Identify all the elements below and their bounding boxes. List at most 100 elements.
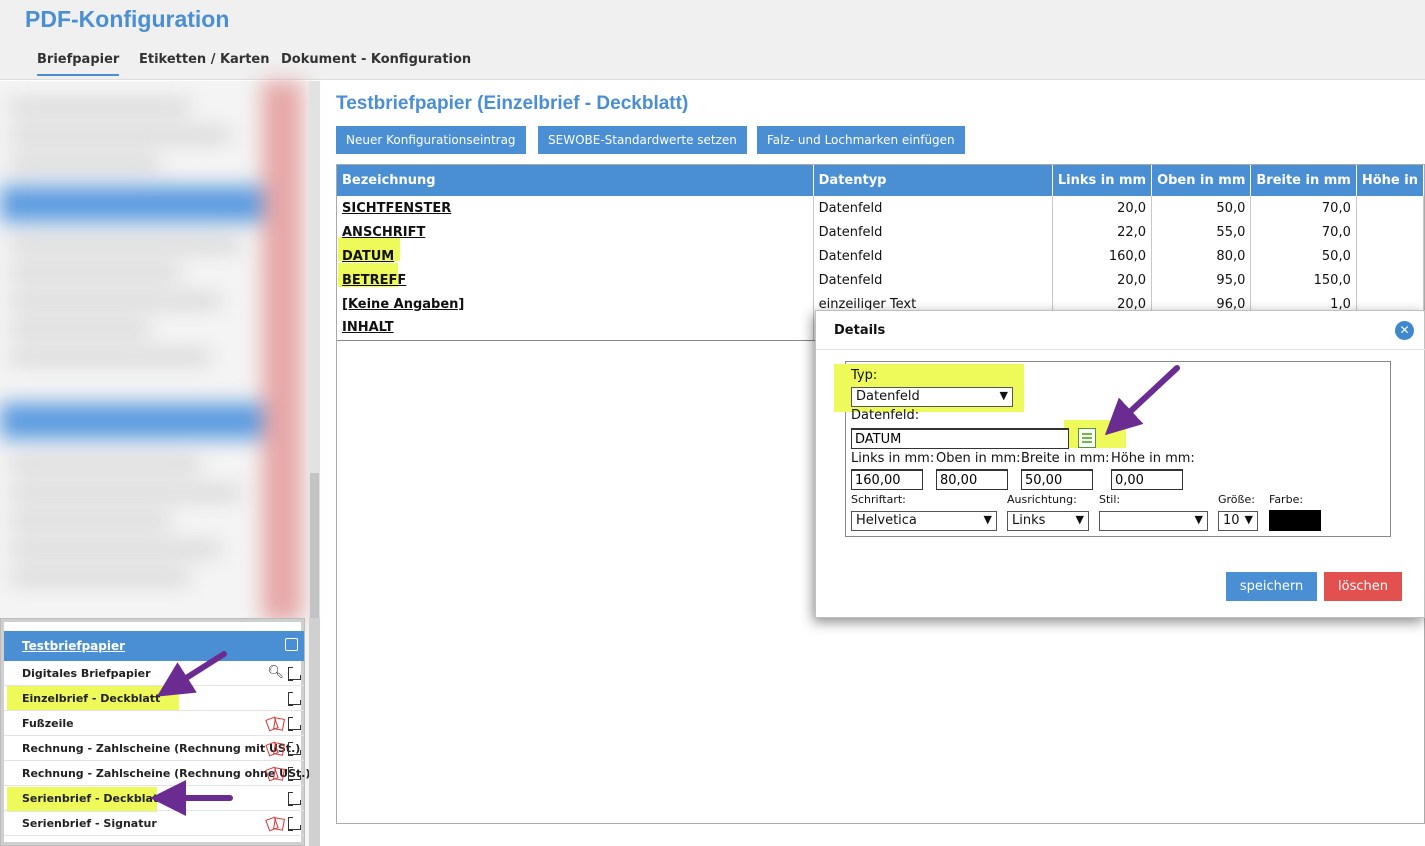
groesse-select[interactable]: 10 ▼ (1218, 511, 1258, 531)
table-row[interactable]: SICHTFENSTER Datenfeld 20,0 50,0 70,0 (337, 196, 1425, 220)
tree-item-label: Serienbrief - Deckblatt (22, 792, 164, 805)
field-picker-icon[interactable] (1078, 428, 1096, 448)
row-oben: 55,0 (1151, 220, 1252, 244)
ruler-icon[interactable] (286, 816, 301, 831)
groesse-value: 10 (1223, 513, 1240, 528)
new-config-entry-button[interactable]: Neuer Konfigurationseintrag (336, 126, 526, 154)
ruler-icon[interactable] (286, 766, 301, 781)
row-links: 22,0 (1052, 220, 1153, 244)
breite-input[interactable] (1021, 469, 1093, 490)
tree-item-serienbrief-deckblatt[interactable]: Serienbrief - Deckblatt (4, 786, 304, 811)
row-type: Datenfeld (813, 268, 1053, 292)
row-name-link[interactable]: INHALT (342, 320, 394, 335)
stil-label: Stil: (1099, 493, 1121, 506)
row-breite: 70,0 (1250, 196, 1357, 220)
tree-scrollbar[interactable] (309, 618, 320, 846)
row-links: 20,0 (1052, 196, 1153, 220)
tab-etiketten-karten[interactable]: Etiketten / Karten (139, 52, 270, 67)
tree-item-einzelbrief-deckblatt[interactable]: Einzelbrief - Deckblatt (4, 686, 304, 711)
ausrichtung-value: Links (1012, 513, 1046, 528)
insert-fold-marks-button[interactable]: Falz- und Lochmarken einfügen (757, 126, 965, 154)
chevron-down-icon: ▼ (983, 513, 992, 526)
app-header: PDF-Konfiguration Briefpapier Etiketten … (0, 0, 1425, 80)
app-title: PDF-Konfiguration (25, 6, 230, 32)
column-header[interactable]: Oben in mm (1151, 165, 1252, 196)
pdf-icon[interactable] (266, 816, 284, 830)
tab-dokument-konfiguration[interactable]: Dokument - Konfiguration (281, 52, 471, 67)
row-name-link[interactable]: SICHTFENSTER (342, 201, 451, 216)
row-name-link[interactable]: [Keine Angaben] (342, 297, 464, 312)
chevron-down-icon: ▼ (1244, 513, 1253, 526)
links-label: Links in mm: (851, 451, 935, 466)
row-name-link[interactable]: DATUM (342, 249, 394, 264)
row-oben: 50,0 (1151, 196, 1252, 220)
column-header[interactable]: Links in mm (1052, 165, 1153, 196)
tree-item-digitales-briefpapier[interactable]: Digitales Briefpapier 🔍︎ (4, 661, 304, 686)
row-type: Datenfeld (813, 220, 1053, 244)
column-header[interactable]: Datentyp (813, 165, 1053, 196)
details-dialog: Details ✕ Typ: Datenfeld ▼ Datenfeld: Li… (815, 310, 1425, 618)
column-header[interactable]: Höhe in (1356, 165, 1425, 196)
datenfeld-label: Datenfeld: (851, 408, 920, 423)
divider (816, 349, 1425, 350)
ausrichtung-label: Ausrichtung: (1007, 493, 1077, 506)
ruler-icon[interactable] (286, 741, 301, 756)
row-name-link[interactable]: ANSCHRIFT (342, 225, 425, 240)
search-icon[interactable]: 🔍︎ (267, 666, 284, 680)
groesse-label: Größe: (1218, 493, 1255, 506)
tree-item-label: Digitales Briefpapier (22, 667, 151, 680)
ruler-icon[interactable] (286, 691, 301, 706)
tree-header-link[interactable]: Testbriefpapier (22, 639, 125, 653)
row-hoehe (1356, 244, 1425, 268)
row-name-link[interactable]: BETREFF (342, 273, 406, 288)
details-fieldset: Typ: Datenfeld ▼ Datenfeld: Links in mm:… (834, 361, 1391, 537)
tree-item-label: Einzelbrief - Deckblatt (22, 692, 161, 705)
schriftart-select[interactable]: Helvetica ▼ (851, 511, 997, 531)
links-input[interactable] (851, 469, 923, 490)
hoehe-input[interactable] (1111, 469, 1183, 490)
oben-label: Oben in mm: (936, 451, 1021, 466)
farbe-label: Farbe: (1269, 493, 1304, 506)
row-oben: 80,0 (1151, 244, 1252, 268)
chevron-down-icon: ▼ (999, 389, 1008, 402)
close-icon[interactable]: ✕ (1395, 321, 1414, 340)
row-hoehe (1356, 196, 1425, 220)
row-type: Datenfeld (813, 196, 1053, 220)
ausrichtung-select[interactable]: Links ▼ (1007, 511, 1089, 531)
oben-input[interactable] (936, 469, 1008, 490)
pdf-icon[interactable] (266, 716, 284, 730)
tree-item-rechnung-mit-ust[interactable]: Rechnung - Zahlscheine (Rechnung mit USt… (4, 736, 304, 761)
tree-item-fusszeile[interactable]: Fußzeile (4, 711, 304, 736)
table-header-row: Bezeichnung Datentyp Links in mm Oben in… (337, 165, 1425, 196)
set-defaults-button[interactable]: SEWOBE-Standardwerte setzen (538, 126, 747, 154)
table-row[interactable]: ANSCHRIFT Datenfeld 22,0 55,0 70,0 (337, 220, 1425, 244)
table-row[interactable]: DATUM Datenfeld 160,0 80,0 50,0 (337, 244, 1425, 268)
column-header[interactable]: Breite in mm (1250, 165, 1357, 196)
delete-button[interactable]: löschen (1324, 572, 1402, 601)
tree-item-label: Rechnung - Zahlscheine (Rechnung mit USt… (22, 742, 301, 755)
datenfeld-input[interactable] (851, 428, 1069, 449)
tree-item-rechnung-ohne-ust[interactable]: Rechnung - Zahlscheine (Rechnung ohne US… (4, 761, 310, 786)
tab-briefpapier[interactable]: Briefpapier (37, 52, 120, 76)
stil-select[interactable]: ▼ (1099, 511, 1208, 531)
color-swatch[interactable] (1269, 510, 1321, 531)
ruler-icon[interactable] (286, 666, 301, 681)
typ-label: Typ: (851, 368, 878, 383)
pdf-icon[interactable] (266, 741, 284, 755)
row-links: 160,0 (1052, 244, 1153, 268)
row-oben: 95,0 (1151, 268, 1252, 292)
table-row[interactable]: BETREFF Datenfeld 20,0 95,0 150,0 (337, 268, 1425, 292)
edit-icon[interactable] (285, 638, 298, 651)
save-button[interactable]: speichern (1226, 572, 1317, 601)
column-header[interactable]: Bezeichnung (337, 165, 814, 196)
schriftart-value: Helvetica (856, 513, 917, 528)
chevron-down-icon: ▼ (1194, 513, 1203, 526)
tree-header: Testbriefpapier (4, 631, 304, 661)
chevron-down-icon: ▼ (1075, 513, 1084, 526)
tree-item-label: Serienbrief - Signatur (22, 817, 157, 830)
pdf-icon[interactable] (266, 766, 284, 780)
ruler-icon[interactable] (286, 716, 301, 731)
tree-item-serienbrief-signatur[interactable]: Serienbrief - Signatur (4, 811, 304, 836)
ruler-icon[interactable] (286, 791, 301, 806)
typ-select[interactable]: Datenfeld ▼ (851, 387, 1013, 407)
